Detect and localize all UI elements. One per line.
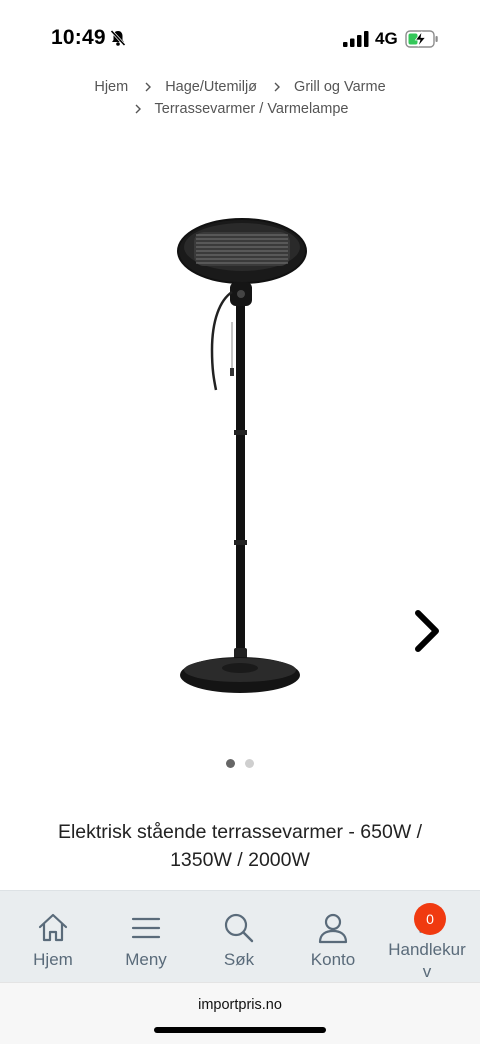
bell-slash-icon (110, 29, 126, 47)
nav-label-menu: Meny (125, 950, 167, 969)
chevron-right-icon (135, 104, 141, 114)
nav-label-cart: Handlekurv (388, 940, 466, 981)
home-icon (38, 913, 68, 942)
pagination-dot[interactable] (245, 759, 254, 768)
chevron-right-icon (145, 82, 152, 92)
breadcrumb-grill-og-varme[interactable]: Grill og Varme (294, 76, 386, 98)
status-time: 10:49 (51, 26, 106, 49)
product-title: Elektrisk stående terrassevarmer - 650W … (57, 821, 423, 871)
breadcrumb-home[interactable]: Hjem (94, 76, 128, 98)
next-image-arrow-icon[interactable] (408, 608, 444, 654)
url-text[interactable]: importpris.no (0, 997, 480, 1013)
nav-item-search[interactable]: Søk (191, 891, 287, 982)
product-image (177, 218, 307, 693)
nav-item-menu[interactable]: Meny (98, 891, 194, 982)
nav-item-account[interactable]: Konto (285, 891, 381, 982)
search-icon (224, 913, 254, 943)
signal-icon (343, 31, 369, 47)
browser-address-bar[interactable]: importpris.no (0, 982, 480, 1044)
gallery-pagination (0, 759, 480, 768)
chevron-right-icon (274, 82, 281, 92)
image-gallery[interactable] (0, 160, 480, 780)
status-bar: 10:49 4G (0, 0, 480, 78)
breadcrumb-hage-utemiljo[interactable]: Hage/Utemiljø (165, 76, 257, 98)
breadcrumb-terrassevarmer[interactable]: Terrassevarmer / Varmelampe (155, 98, 349, 120)
nav-item-home[interactable]: Hjem (5, 891, 101, 982)
breadcrumb: Hjem Hage/Utemiljø Grill og Varme Terras… (0, 76, 480, 120)
nav-label-account: Konto (310, 950, 356, 969)
nav-label-home: Hjem (33, 950, 73, 969)
pagination-dot-active[interactable] (226, 759, 235, 768)
battery-charging-icon (405, 30, 438, 48)
cart-count-badge: 0 (414, 903, 446, 935)
home-indicator (154, 1027, 326, 1033)
user-icon (318, 913, 348, 944)
menu-icon (131, 917, 161, 939)
nav-label-search: Søk (223, 950, 255, 969)
bottom-nav: Hjem Meny Søk Konto Handlekurv (0, 890, 480, 982)
network-type: 4G (375, 29, 398, 48)
